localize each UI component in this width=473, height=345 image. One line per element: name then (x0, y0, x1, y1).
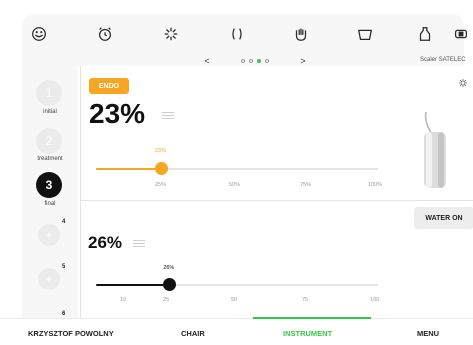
divider (80, 66, 81, 321)
adjust-icon[interactable] (162, 112, 174, 120)
power-slider[interactable] (96, 162, 378, 175)
step-final[interactable]: 3 (36, 172, 62, 198)
light-burst-icon[interactable] (458, 78, 468, 88)
step-number: 4 (62, 219, 66, 225)
tick-label: 100% (368, 182, 383, 188)
power-value: 23% (89, 98, 146, 129)
bottle-icon[interactable] (414, 23, 436, 45)
power-slider-fill (96, 168, 161, 170)
bottom-navigation: KRZYSZTOF POWOLNY CHAIR INSTRUMENT MENU (0, 317, 473, 345)
water-slider-fill (96, 284, 170, 286)
step-initial[interactable]: 1 (36, 80, 62, 106)
tick-label: 25% (155, 182, 167, 188)
alarm-clock-icon[interactable] (94, 23, 116, 45)
plus-icon: + (45, 228, 53, 242)
treatment-steps: 1 initial 2 treatment 3 final + 4 + 5 6 (22, 66, 78, 321)
tick-label: 100 (370, 297, 380, 303)
water-slider-knob[interactable] (163, 278, 177, 291)
water-knob-label: 26% (163, 265, 175, 271)
light-burst-icon[interactable] (160, 23, 182, 45)
page-dot[interactable] (249, 59, 253, 63)
tick-label: 75% (300, 182, 312, 188)
step-label: final (44, 201, 56, 207)
mode-badge[interactable]: ENDO (89, 78, 129, 94)
step-number: 6 (62, 311, 66, 317)
step-4-add[interactable]: + (38, 224, 60, 246)
page-selector: < > (200, 54, 310, 68)
plus-icon: + (45, 272, 53, 286)
page-dots (241, 59, 269, 63)
tab-menu[interactable]: MENU (417, 329, 439, 338)
tray-icon[interactable] (354, 23, 376, 45)
page-dot-active[interactable] (257, 59, 261, 63)
next-page-button[interactable]: > (296, 56, 310, 66)
water-slider[interactable] (96, 278, 378, 291)
tick-label: 10 (120, 297, 127, 303)
adjust-icon[interactable] (133, 240, 145, 248)
power-slider-knob[interactable] (154, 162, 168, 175)
step-5-add[interactable]: + (38, 268, 60, 290)
active-tab-indicator (253, 317, 371, 319)
tab-instrument[interactable]: INSTRUMENT (283, 329, 332, 338)
page-dot[interactable] (265, 59, 269, 63)
water-toggle-button[interactable]: WATER ON (414, 207, 473, 229)
step-number: 1 (45, 86, 53, 100)
tick-label: 75 (302, 297, 309, 303)
page-dot[interactable] (241, 59, 245, 63)
tab-chair[interactable]: CHAIR (181, 329, 205, 338)
instrument-name: Scaler SATELEC (420, 57, 466, 63)
water-value: 26% (88, 233, 123, 252)
scaler-handpiece-image (424, 111, 446, 188)
prev-page-button[interactable]: < (200, 56, 214, 66)
divider (80, 200, 473, 201)
step-label: treatment (37, 156, 63, 162)
step-label: initial (43, 109, 57, 115)
step-number: 3 (45, 178, 53, 192)
step-treatment[interactable]: 2 (36, 128, 62, 154)
toggle-icon[interactable] (450, 23, 472, 45)
user-name[interactable]: KRZYSZTOF POWOLNY (28, 329, 114, 338)
bracket-icon[interactable] (226, 23, 248, 45)
step-number: 5 (62, 264, 66, 270)
tick-label: 50% (229, 182, 241, 188)
tick-label: 50 (231, 297, 238, 303)
hand-icon[interactable] (290, 23, 312, 45)
step-number: 2 (45, 134, 53, 148)
face-icon[interactable] (28, 23, 50, 45)
power-knob-label: 23% (154, 148, 166, 154)
tick-label: 25 (163, 297, 170, 303)
